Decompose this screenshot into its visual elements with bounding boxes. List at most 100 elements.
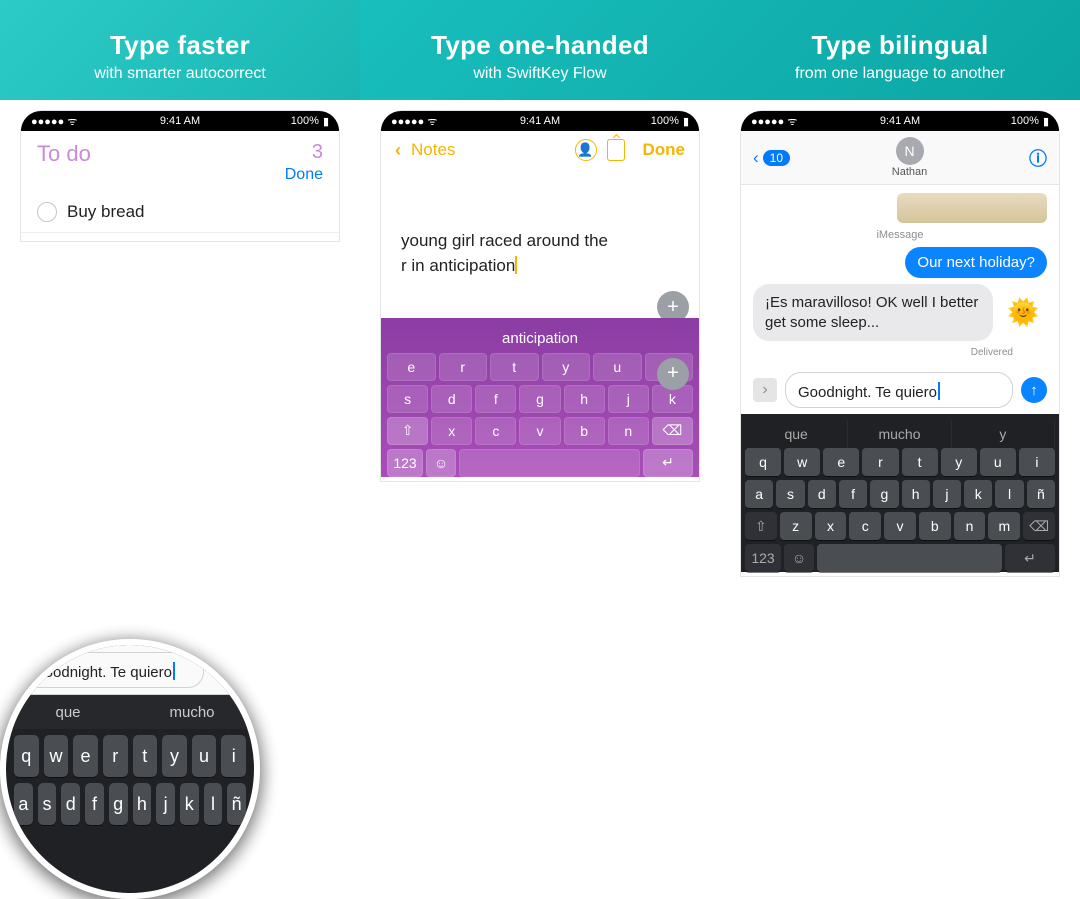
expand-icon[interactable]: › — [753, 378, 777, 402]
key-q[interactable]: q — [14, 735, 39, 777]
key-g[interactable]: g — [870, 480, 898, 508]
key-d[interactable]: d — [431, 385, 472, 413]
suggestion[interactable]: mucho — [130, 695, 254, 729]
key-j[interactable]: j — [933, 480, 961, 508]
key-y[interactable]: y — [542, 353, 591, 381]
key-ñ[interactable]: ñ — [227, 783, 246, 825]
key-d[interactable]: d — [61, 783, 80, 825]
key-r[interactable]: r — [103, 735, 128, 777]
suggestion-bar[interactable]: que mucho — [6, 695, 254, 729]
key-e[interactable]: e — [387, 353, 436, 381]
key-q[interactable]: q — [745, 448, 781, 476]
key-n[interactable]: n — [954, 512, 986, 540]
suggestion-bar[interactable]: anticipation — [387, 324, 693, 353]
key-j[interactable]: j — [156, 783, 175, 825]
key-c[interactable]: c — [475, 417, 516, 445]
message-input[interactable]: Goodnight. Te quiero — [20, 652, 204, 688]
suggestion-bar[interactable]: que mucho y — [745, 420, 1055, 448]
key-u[interactable]: u — [593, 353, 642, 381]
key-ñ[interactable]: ñ — [1027, 480, 1055, 508]
suggestion[interactable]: y — [952, 420, 1055, 448]
key-f[interactable]: f — [839, 480, 867, 508]
key-e[interactable]: e — [73, 735, 98, 777]
key-f[interactable]: f — [85, 783, 104, 825]
key-f[interactable]: f — [475, 385, 516, 413]
key-w[interactable]: w — [44, 735, 69, 777]
suggestion[interactable]: que — [6, 695, 130, 729]
numbers-key[interactable]: 123 — [745, 544, 781, 572]
key-b[interactable]: b — [564, 417, 605, 445]
key-h[interactable]: h — [564, 385, 605, 413]
backspace-key[interactable]: ⌫ — [1023, 512, 1055, 540]
key-i[interactable]: i — [1019, 448, 1055, 476]
send-button[interactable]: ↑ — [1021, 377, 1047, 403]
image-attachment[interactable] — [897, 193, 1047, 223]
key-h[interactable]: h — [902, 480, 930, 508]
suggestion[interactable]: mucho — [848, 420, 951, 448]
key-r[interactable]: r — [862, 448, 898, 476]
back-label[interactable]: Notes — [411, 140, 455, 160]
key-v[interactable]: v — [884, 512, 916, 540]
key-x[interactable]: x — [815, 512, 847, 540]
key-j[interactable]: j — [608, 385, 649, 413]
key-b[interactable]: b — [919, 512, 951, 540]
key-c[interactable]: c — [849, 512, 881, 540]
spacebar-key[interactable] — [459, 449, 640, 477]
todo-item[interactable]: Buy bread — [21, 192, 339, 233]
back-chevron-icon[interactable]: ‹ — [395, 140, 401, 161]
keyboard-purple[interactable]: + anticipation ertyui sdfghjk ⇧xcvbn⌫ 12… — [381, 318, 699, 477]
key-m[interactable]: m — [988, 512, 1020, 540]
key-x[interactable]: x — [431, 417, 472, 445]
key-u[interactable]: u — [980, 448, 1016, 476]
return-key[interactable]: ↵ — [1005, 544, 1055, 572]
done-button[interactable]: Done — [643, 140, 686, 160]
key-n[interactable]: n — [608, 417, 649, 445]
key-w[interactable]: w — [784, 448, 820, 476]
key-y[interactable]: y — [941, 448, 977, 476]
key-t[interactable]: t — [133, 735, 158, 777]
key-k[interactable]: k — [180, 783, 199, 825]
key-t[interactable]: t — [902, 448, 938, 476]
contact-header[interactable]: N Nathan — [798, 137, 1021, 178]
emoji-key[interactable]: ☺ — [426, 449, 456, 477]
key-y[interactable]: y — [162, 735, 187, 777]
add-person-icon[interactable]: 👤 — [575, 139, 597, 161]
done-button[interactable]: Done — [285, 166, 323, 184]
key-g[interactable]: g — [109, 783, 128, 825]
incoming-bubble[interactable]: ¡Es maravilloso! OK well I better get so… — [753, 284, 993, 341]
key-z[interactable]: z — [780, 512, 812, 540]
shift-key[interactable]: ⇧ — [387, 417, 428, 445]
numbers-key[interactable]: 123 — [387, 449, 423, 477]
message-input[interactable]: Goodnight. Te quiero — [785, 372, 1013, 408]
key-s[interactable]: s — [776, 480, 804, 508]
key-s[interactable]: s — [38, 783, 57, 825]
outgoing-bubble[interactable]: Our next holiday? — [905, 247, 1047, 278]
radio-icon[interactable] — [37, 202, 57, 222]
key-u[interactable]: u — [192, 735, 217, 777]
key-g[interactable]: g — [519, 385, 560, 413]
key-e[interactable]: e — [823, 448, 859, 476]
key-r[interactable]: r — [439, 353, 488, 381]
key-i[interactable]: i — [221, 735, 246, 777]
key-t[interactable]: t — [490, 353, 539, 381]
back-button[interactable]: ‹10 — [753, 148, 790, 168]
keyboard-dark[interactable]: que mucho y qwertyui asdfghjklñ ⇧zxcvbnm… — [741, 414, 1059, 572]
shift-key[interactable]: ⇧ — [745, 512, 777, 540]
return-key[interactable]: ↵ — [643, 449, 693, 477]
key-a[interactable]: a — [14, 783, 33, 825]
key-h[interactable]: h — [133, 783, 152, 825]
backspace-key[interactable]: ⌫ — [652, 417, 693, 445]
key-l[interactable]: l — [995, 480, 1023, 508]
share-icon[interactable] — [607, 139, 625, 161]
key-v[interactable]: v — [519, 417, 560, 445]
key-l[interactable]: l — [204, 783, 223, 825]
key-a[interactable]: a — [745, 480, 773, 508]
spacebar-key[interactable] — [817, 544, 1002, 572]
emoji-key[interactable]: ☺ — [784, 544, 814, 572]
suggestion[interactable]: que — [745, 420, 848, 448]
send-button[interactable]: ↑ — [214, 657, 240, 683]
plus-icon[interactable]: + — [657, 358, 689, 390]
key-d[interactable]: d — [808, 480, 836, 508]
key-k[interactable]: k — [964, 480, 992, 508]
info-icon[interactable]: ⓘ — [1029, 145, 1047, 171]
